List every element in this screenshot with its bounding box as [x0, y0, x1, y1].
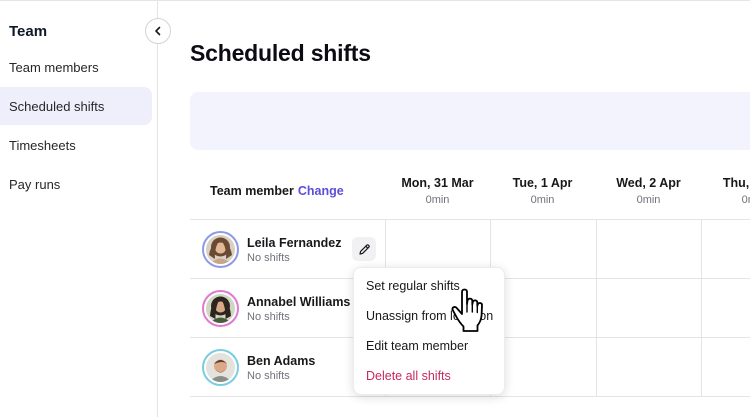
- member-shift-status: No shifts: [247, 311, 290, 323]
- member-name: Ben Adams: [247, 354, 316, 368]
- sidebar-item-timesheets[interactable]: Timesheets: [0, 126, 152, 164]
- sidebar-item-scheduled-shifts[interactable]: Scheduled shifts: [0, 87, 152, 125]
- day-header-wed: Wed, 2 Apr 0min: [596, 176, 701, 206]
- member-shift-status: No shifts: [247, 252, 290, 264]
- sidebar-title: Team: [9, 23, 48, 40]
- collapse-sidebar-button[interactable]: [145, 18, 171, 44]
- day-minutes: 0min: [530, 194, 555, 206]
- sidebar: Team Team members Scheduled shifts Times…: [0, 1, 158, 417]
- team-member-header: Team member Change: [210, 184, 344, 198]
- avatar-photo: [206, 235, 235, 264]
- avatar: [202, 349, 239, 386]
- avatar: [202, 231, 239, 268]
- day-header-mon: Mon, 31 Mar 0min: [385, 176, 490, 206]
- day-date: Thu, 3 Apr: [722, 176, 750, 190]
- day-date: Tue, 1 Apr: [512, 176, 573, 190]
- day-minutes: 0min: [425, 194, 450, 206]
- edit-member-button[interactable]: [352, 237, 376, 261]
- grid-line: [596, 219, 597, 397]
- hand-pointer-icon: [451, 288, 483, 332]
- day-date: Wed, 2 Apr: [616, 176, 681, 190]
- member-name: Leila Fernandez: [247, 236, 342, 250]
- menu-item-set-regular-shifts[interactable]: Set regular shifts: [366, 279, 460, 293]
- info-banner: [190, 92, 750, 150]
- sidebar-item-pay-runs[interactable]: Pay runs: [0, 165, 152, 203]
- member-shift-status: No shifts: [247, 370, 290, 382]
- member-name: Annabel Williams: [247, 295, 351, 309]
- avatar: [202, 290, 239, 327]
- day-header-thu: Thu, 3 Apr 0min: [701, 176, 750, 206]
- day-header-tue: Tue, 1 Apr 0min: [490, 176, 595, 206]
- grid-line: [701, 219, 702, 397]
- day-minutes: 0min: [636, 194, 661, 206]
- avatar-photo: [206, 294, 235, 323]
- avatar-photo: [206, 353, 235, 382]
- chevron-left-icon: [155, 26, 161, 36]
- menu-item-delete-all-shifts[interactable]: Delete all shifts: [366, 369, 451, 383]
- sidebar-item-team-members[interactable]: Team members: [0, 48, 152, 86]
- page-title: Scheduled shifts: [190, 40, 371, 66]
- day-minutes: 0min: [741, 194, 750, 206]
- day-date: Mon, 31 Mar: [401, 176, 474, 190]
- menu-item-edit-team-member[interactable]: Edit team member: [366, 339, 468, 353]
- change-link[interactable]: Change: [298, 184, 344, 198]
- pencil-icon: [358, 243, 370, 255]
- team-member-header-label: Team member: [210, 184, 294, 198]
